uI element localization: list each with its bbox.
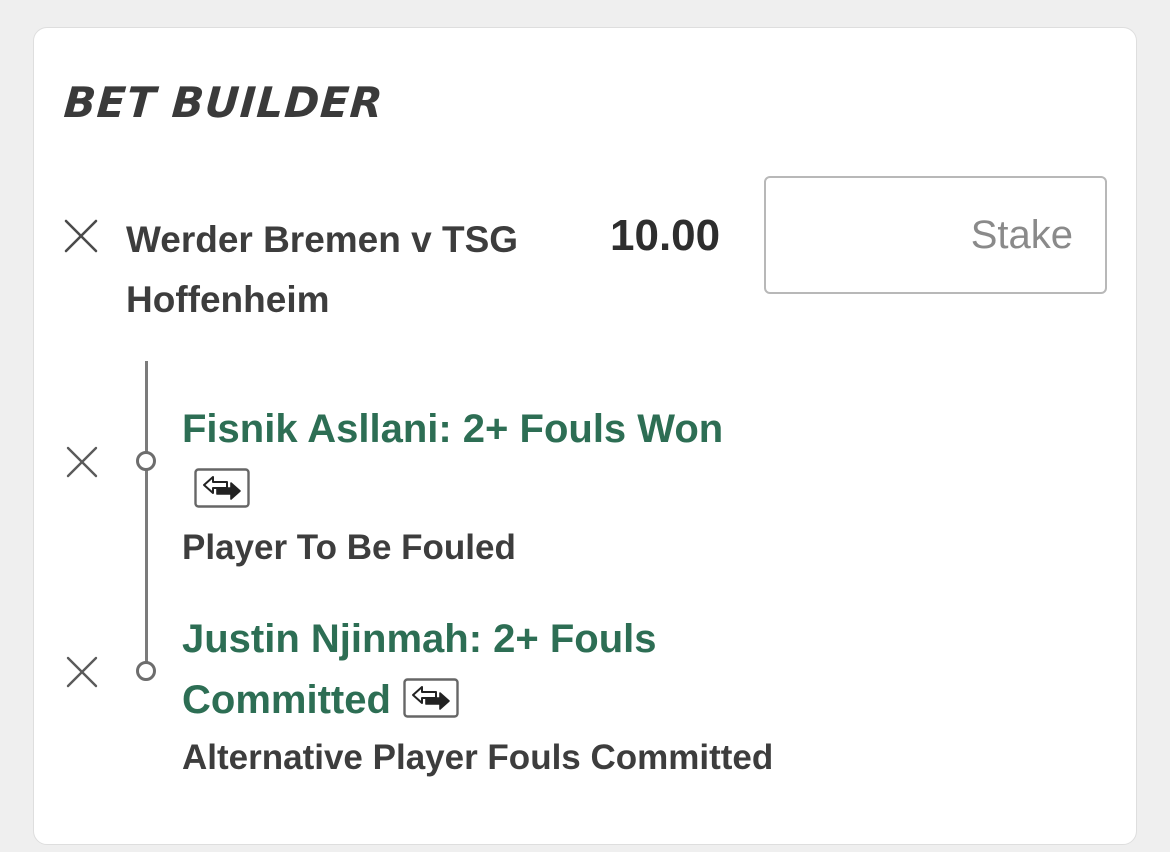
timeline-node xyxy=(136,661,156,681)
swap-arrows-icon xyxy=(403,678,459,719)
remove-selection-button[interactable] xyxy=(66,446,98,478)
event-odds: 10.00 xyxy=(610,211,721,260)
selection-title: Fisnik Asllani: 2+ Fouls Won xyxy=(182,399,742,521)
bet-builder-title: BET BUILDER xyxy=(62,78,386,127)
selection-market: Alternative Player Fouls Committed xyxy=(182,738,774,777)
timeline-line xyxy=(145,361,148,671)
event-name: Werder Bremen v TSG Hoffenheim xyxy=(126,219,519,320)
remove-selection-button[interactable] xyxy=(66,656,98,688)
swap-arrows-icon xyxy=(194,468,250,509)
close-icon xyxy=(66,446,98,478)
selection-market: Player To Be Fouled xyxy=(182,528,516,567)
remove-event-button[interactable] xyxy=(64,219,98,253)
timeline-node xyxy=(136,451,156,471)
selection-title: Justin Njinmah: 2+ Fouls Committed xyxy=(182,609,782,731)
swap-selection-button[interactable] xyxy=(194,468,250,509)
swap-selection-button[interactable] xyxy=(403,678,459,719)
close-icon xyxy=(64,219,98,253)
close-icon xyxy=(66,656,98,688)
selection-title-text: Fisnik Asllani: 2+ Fouls Won xyxy=(182,407,724,451)
bet-builder-card: BET BUILDER Werder Bremen v TSG Hoffenhe… xyxy=(33,27,1137,845)
stake-input[interactable] xyxy=(764,176,1107,294)
